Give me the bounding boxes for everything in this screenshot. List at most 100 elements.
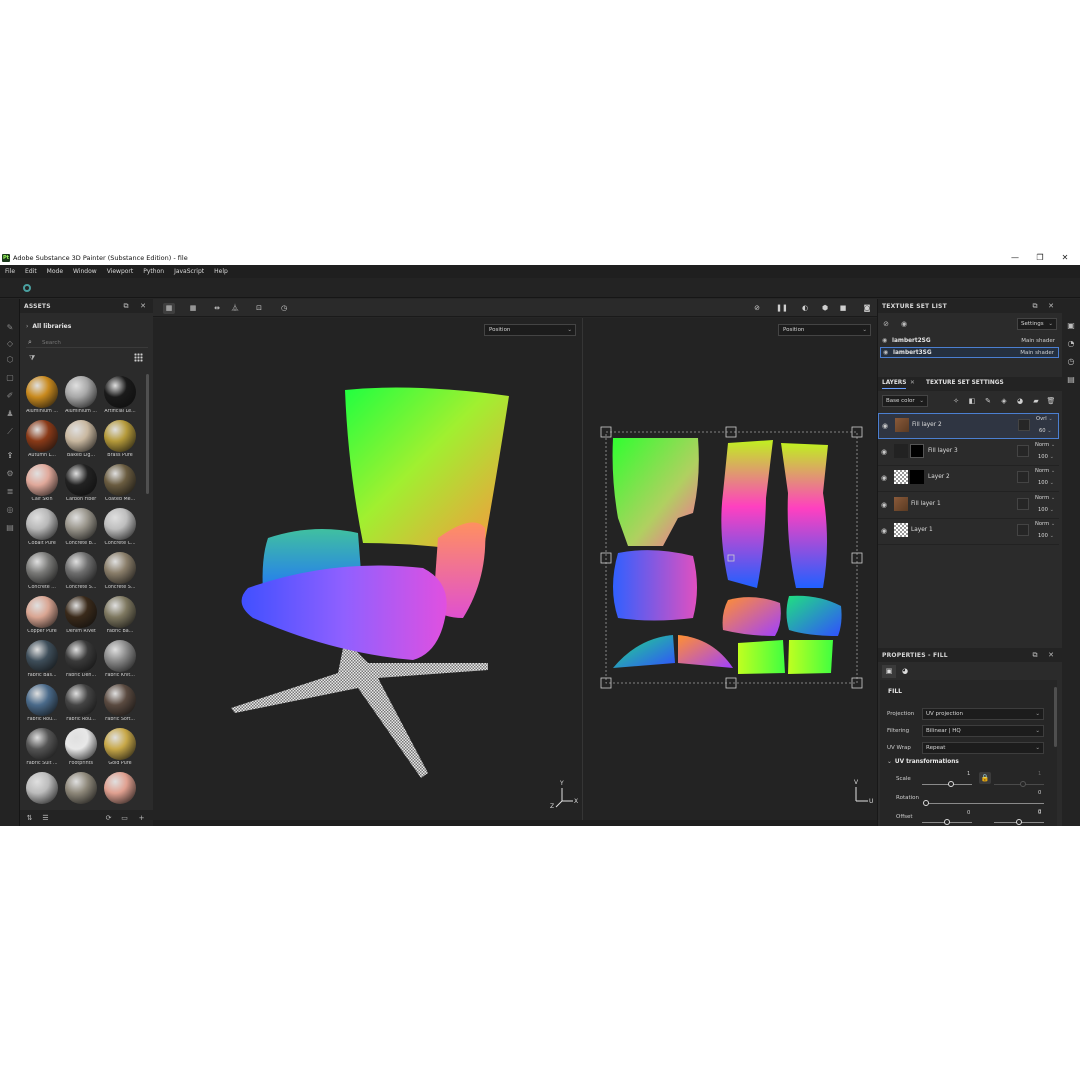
mask-slot[interactable] [1018,419,1030,431]
log-icon[interactable]: ▤ [1066,375,1076,385]
eye-icon[interactable]: ◉ [881,527,887,535]
channel-dropdown[interactable]: Base color ⌄ [882,395,928,407]
close-panel-icon[interactable]: ✕ [1047,651,1055,659]
viewport-3d[interactable]: Position ⌄ Y X Z [153,318,582,820]
timer-icon[interactable]: ◷ [278,303,290,314]
asset-thumbnail[interactable]: Footprints [62,726,100,770]
eye-icon[interactable]: ◉ [881,448,887,456]
close-tab-icon[interactable]: ✕ [910,380,915,386]
settings-dropdown[interactable]: Settings ⌄ [1017,318,1057,330]
opacity-field[interactable]: 60 ⌄ [1039,428,1052,434]
eye-icon[interactable]: ◉ [882,422,888,430]
settings-gear-icon[interactable]: ⚙ [5,469,15,479]
asset-thumbnail[interactable]: Concrete S... [62,550,100,594]
geometry-mask-icon[interactable]: ▢ [5,373,15,383]
offset-y-slider-knob[interactable] [1016,819,1022,825]
close-panel-icon[interactable]: ✕ [139,302,147,310]
opacity-field[interactable]: 100 ⌄ [1038,507,1054,513]
fill-bucket-icon[interactable]: ◈ [999,396,1009,406]
asset-thumbnail[interactable]: Fabric Knit... [101,638,139,682]
display-settings-icon[interactable]: ▣ [1066,321,1076,331]
smudge-icon[interactable]: ✐ [5,391,15,401]
shader-name[interactable]: Main shader [1020,348,1054,358]
texture-set-row[interactable]: ◉ lambert3SG Main shader [880,347,1059,358]
properties-scrollbar[interactable] [1054,687,1057,747]
lock-icon[interactable]: 🔒 [979,772,991,784]
asset-thumbnail[interactable]: Carbon Fiber [62,462,100,506]
undock-icon[interactable]: ⧉ [1031,651,1039,659]
menu-python[interactable]: Python [138,265,169,278]
asset-thumbnail[interactable] [62,770,100,814]
shader-settings-icon[interactable]: ◔ [1066,339,1076,349]
blend-mode-dropdown[interactable]: Norm ⌄ [1035,495,1055,501]
add-icon[interactable]: + [137,814,146,823]
picker-icon[interactable]: ⟋ [5,427,15,437]
mask-slot[interactable] [1017,497,1029,510]
grid-view-icon[interactable] [134,353,143,362]
menu-file[interactable]: File [0,265,20,278]
eye-icon[interactable]: ◉ [883,348,888,358]
eye-icon[interactable]: ◉ [881,501,887,509]
menu-edit[interactable]: Edit [20,265,42,278]
asset-thumbnail[interactable]: Fabric Suit ... [23,726,61,770]
hide-icon[interactable]: ⊘ [751,303,763,314]
mask-slot[interactable] [1017,524,1029,536]
projection-icon[interactable]: ⬡ [5,355,15,365]
asset-thumbnail[interactable]: Aluminium ... [62,374,100,418]
layers-stack-icon[interactable]: ≣ [5,487,15,497]
document-icon[interactable]: ▤ [5,523,15,533]
search-input[interactable] [42,339,142,347]
viewport-scrollbar[interactable] [153,820,877,826]
refresh-icon[interactable]: ⟳ [104,814,113,823]
asset-thumbnail[interactable]: Concrete S... [101,550,139,594]
scale-v-slider-track[interactable] [994,784,1044,785]
asset-thumbnail[interactable]: Fabric Rou... [62,682,100,726]
tab-texture-set-settings[interactable]: TEXTURE SET SETTINGS [926,380,1004,386]
blend-mode-dropdown[interactable]: Ovrl ⌄ [1036,416,1053,422]
menu-window[interactable]: Window [68,265,102,278]
delete-icon[interactable]: 🗑 [1046,396,1056,406]
filtering-dropdown[interactable]: Bilinear | HQ ⌄ [922,725,1044,737]
layer-row[interactable]: ◉ Fill layer 2 Ovrl ⌄ 60 ⌄ [878,413,1059,439]
uv-wrap-dropdown[interactable]: Repeat ⌄ [922,742,1044,754]
menu-mode[interactable]: Mode [42,265,68,278]
asset-thumbnail[interactable]: Coated Me... [101,462,139,506]
symmetry-icon[interactable]: ⏅ [229,303,241,314]
asset-thumbnail[interactable] [23,770,61,814]
asset-thumbnail[interactable]: Aluminium ... [23,374,61,418]
asset-thumbnail[interactable]: Calf Skin [23,462,61,506]
eye-icon[interactable]: ◉ [900,320,908,328]
scale-v-slider-knob[interactable] [1020,781,1026,787]
undock-icon[interactable]: ⧉ [1031,302,1039,310]
asset-thumbnail[interactable]: Concrete C... [101,506,139,550]
blend-mode-dropdown[interactable]: Norm ⌄ [1035,521,1055,527]
frame-icon[interactable]: ⊡ [253,303,265,314]
smart-material-icon[interactable]: ◕ [1015,396,1025,406]
layer-row[interactable]: ◉ Fill layer 1 Norm ⌄ 100 ⌄ [878,493,1059,519]
offset-x-slider-knob[interactable] [944,819,950,825]
texture-set-row[interactable]: ◉ lambert2SG Main shader [880,336,1059,347]
add-folder-icon[interactable]: ▰ [1031,396,1041,406]
filter-icon[interactable]: ⧩ [29,354,35,363]
tab-layers[interactable]: LAYERS [882,380,907,389]
library-selector[interactable]: › All libraries [26,323,71,330]
paint-layer-icon[interactable]: ✎ [983,396,993,406]
opacity-field[interactable]: 100 ⌄ [1038,454,1054,460]
history-icon[interactable]: ◎ [5,505,15,515]
status-ring-icon[interactable] [23,284,31,292]
close-button[interactable]: ✕ [1060,253,1070,263]
asset-thumbnail[interactable]: Brass Pure [101,418,139,462]
opacity-field[interactable]: 100 ⌄ [1038,480,1054,486]
asset-thumbnail[interactable]: Cobalt Pure [23,506,61,550]
restore-button[interactable]: ❐ [1035,253,1045,263]
history-clock-icon[interactable]: ◷ [1066,357,1076,367]
camera-icon[interactable]: ■ [837,303,849,314]
clone-icon[interactable]: ♟ [5,409,15,419]
close-panel-icon[interactable]: ✕ [1047,302,1055,310]
menu-javascript[interactable]: JavaScript [169,265,209,278]
effect-wand-icon[interactable]: ✧ [951,396,961,406]
fill-settings-icon[interactable]: ▣ [882,665,896,678]
viewport-2d[interactable]: Position ⌄ V U [583,318,877,820]
asset-thumbnail[interactable]: Denim Rivet [62,594,100,638]
scale-slider-track[interactable] [922,784,972,785]
